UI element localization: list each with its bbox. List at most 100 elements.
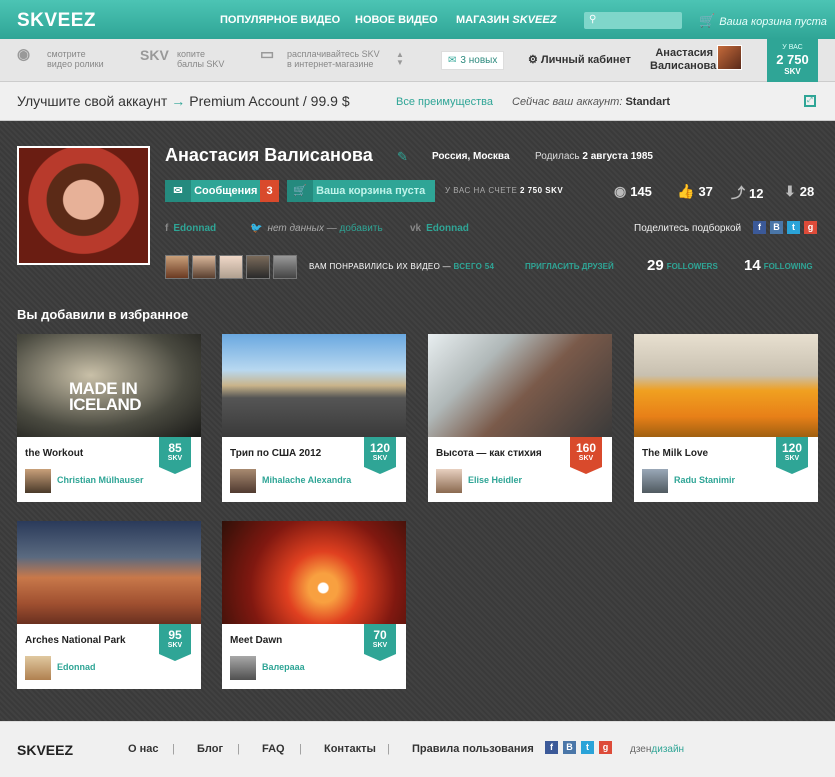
following-count: 14	[744, 257, 761, 274]
video-author[interactable]: Elise Heidler	[468, 475, 522, 485]
author-avatar[interactable]	[25, 469, 51, 493]
video-author[interactable]: Radu Stanimir	[674, 475, 735, 485]
footer-separator: |	[172, 743, 175, 755]
tip-pay-line1: расплачивайтесь SKV	[287, 49, 380, 59]
eye-icon: ◉	[17, 46, 31, 63]
avatar[interactable]	[717, 45, 742, 70]
search-input[interactable]: ⚲	[584, 12, 682, 29]
liker-avatar[interactable]	[192, 255, 216, 279]
author-avatar[interactable]	[230, 469, 256, 493]
vk-profile: vk Edonnad	[410, 223, 469, 234]
author-avatar[interactable]	[230, 656, 256, 680]
video-card[interactable]: The Milk Love Radu Stanimir 120 SKV	[634, 334, 818, 502]
stat-likes: 👍 37	[677, 183, 713, 200]
video-title[interactable]: The Milk Love	[642, 448, 708, 459]
edit-pencil-icon[interactable]: ✎	[397, 149, 408, 165]
video-thumbnail[interactable]: MADE IN ICELAND	[17, 334, 201, 437]
footer-link-contacts[interactable]: Контакты	[324, 743, 376, 755]
cabinet-link[interactable]: ⚙ Личный кабинет	[528, 53, 631, 66]
cart-profile-button[interactable]: 🛒 Ваша корзина пуста	[287, 180, 435, 202]
facebook-link[interactable]: Edonnad	[173, 223, 216, 234]
author-avatar[interactable]	[642, 469, 668, 493]
tip-pay-line2: в интернет-магазине	[287, 59, 374, 69]
skv-unit: SKV	[784, 455, 800, 462]
footer-logo[interactable]: SKVEEZ	[17, 742, 73, 758]
tips-scroll-arrows[interactable]: ▲ ▼	[396, 51, 404, 67]
search-icon: ⚲	[589, 14, 597, 25]
followers[interactable]: 29 FOLLOWERS	[647, 257, 718, 274]
footer-link-about[interactable]: О нас	[128, 743, 159, 755]
twitter-profile: 🐦 нет данных — добавить	[250, 223, 383, 234]
share-icon: ⤴	[731, 185, 745, 201]
video-author[interactable]: Валераaa	[262, 662, 305, 672]
expand-icon[interactable]: ⤢	[804, 95, 816, 107]
nav-shop[interactable]: МАГАЗИН SKVEEZ	[456, 14, 556, 26]
footer: SKVEEZ О нас | Блог | FAQ | Контакты | П…	[0, 721, 835, 777]
vk-share-icon[interactable]: B	[770, 221, 783, 234]
liked-total[interactable]: ВСЕГО 54	[453, 262, 494, 271]
messages-profile-button[interactable]: ✉ Сообщения 3	[165, 180, 279, 202]
video-author[interactable]: Mihalache Alexandra	[262, 475, 351, 485]
facebook-icon[interactable]: f	[545, 741, 558, 754]
dzen-design-credit[interactable]: дзендизайн	[630, 744, 684, 755]
footer-separator: |	[387, 743, 390, 755]
twitter-add-link[interactable]: добавить	[340, 223, 383, 234]
video-thumbnail[interactable]	[222, 334, 406, 437]
liker-avatar[interactable]	[165, 255, 189, 279]
vk-icon[interactable]: B	[563, 741, 576, 754]
liker-avatar[interactable]	[246, 255, 270, 279]
liker-avatar[interactable]	[219, 255, 243, 279]
invite-friends-link[interactable]: ПРИГЛАСИТЬ ДРУЗЕЙ	[525, 262, 614, 271]
video-author[interactable]: Christian Mülhauser	[57, 475, 144, 485]
vk-link[interactable]: Edonnad	[426, 223, 469, 234]
skv-ribbon: 70 SKV	[364, 624, 396, 661]
tip-watch-line1: смотрите	[47, 49, 86, 59]
messages-button[interactable]: ✉ 3 новых	[441, 51, 505, 70]
facebook-share-icon[interactable]: f	[753, 221, 766, 234]
video-card[interactable]: Высота — как стихия Elise Heidler 160 SKV	[428, 334, 612, 502]
following[interactable]: 14 FOLLOWING	[744, 257, 813, 274]
profile-photo	[17, 146, 150, 265]
liker-avatar[interactable]	[273, 255, 297, 279]
downloads-count: 28	[799, 184, 815, 199]
video-title[interactable]: Трип по США 2012	[230, 448, 321, 459]
author-avatar[interactable]	[436, 469, 462, 493]
cart-link[interactable]: 🛒 Ваша корзина пуста	[699, 13, 827, 29]
premium-bar: Улучшите свой аккаунт → Premium Account / …	[0, 82, 835, 121]
video-title[interactable]: Arches National Park	[25, 635, 126, 646]
video-card[interactable]: Meet Dawn Валераaa 70 SKV	[222, 521, 406, 689]
shares-count: 12	[749, 186, 764, 201]
premium-name[interactable]: Premium Account	[189, 93, 299, 109]
video-card[interactable]: Arches National Park Edonnad 95 SKV	[17, 521, 201, 689]
footer-link-blog[interactable]: Блог	[197, 743, 223, 755]
nav-popular[interactable]: ПОПУЛЯРНОЕ ВИДЕО	[220, 14, 340, 26]
benefits-link[interactable]: Все преимущества	[396, 96, 493, 108]
video-thumbnail[interactable]	[17, 521, 201, 624]
author-avatar[interactable]	[25, 656, 51, 680]
logo[interactable]: SKVEEZ	[17, 10, 96, 32]
skv-value: 120	[369, 441, 391, 455]
video-title[interactable]: Meet Dawn	[230, 635, 282, 646]
video-thumbnail[interactable]	[222, 521, 406, 624]
tip-collect-line2: баллы SKV	[177, 59, 225, 69]
account-label: У ВАС НА СЧЕТЕ	[445, 186, 520, 195]
video-author[interactable]: Edonnad	[57, 662, 96, 672]
twitter-icon[interactable]: t	[581, 741, 594, 754]
google-icon[interactable]: g	[599, 741, 612, 754]
skv-value: 160	[575, 441, 597, 455]
video-card[interactable]: Трип по США 2012 Mihalache Alexandra 120…	[222, 334, 406, 502]
twitter-share-icon[interactable]: t	[787, 221, 800, 234]
video-thumbnail[interactable]	[428, 334, 612, 437]
video-title[interactable]: the Workout	[25, 448, 83, 459]
footer-link-rules[interactable]: Правила пользования	[412, 743, 534, 755]
google-share-icon[interactable]: g	[804, 221, 817, 234]
cabinet-label: Личный кабинет	[540, 54, 631, 66]
video-thumbnail[interactable]	[634, 334, 818, 437]
user-name[interactable]: Анастасия Валисанова	[650, 47, 716, 73]
nav-new[interactable]: НОВОЕ ВИДЕО	[355, 14, 438, 26]
video-title[interactable]: Высота — как стихия	[436, 448, 542, 459]
premium-price: / 99.9 $	[302, 93, 350, 109]
envelope-icon: ✉	[448, 55, 457, 66]
footer-link-faq[interactable]: FAQ	[262, 743, 285, 755]
video-card[interactable]: MADE IN ICELAND the Workout Christian Mül…	[17, 334, 201, 502]
